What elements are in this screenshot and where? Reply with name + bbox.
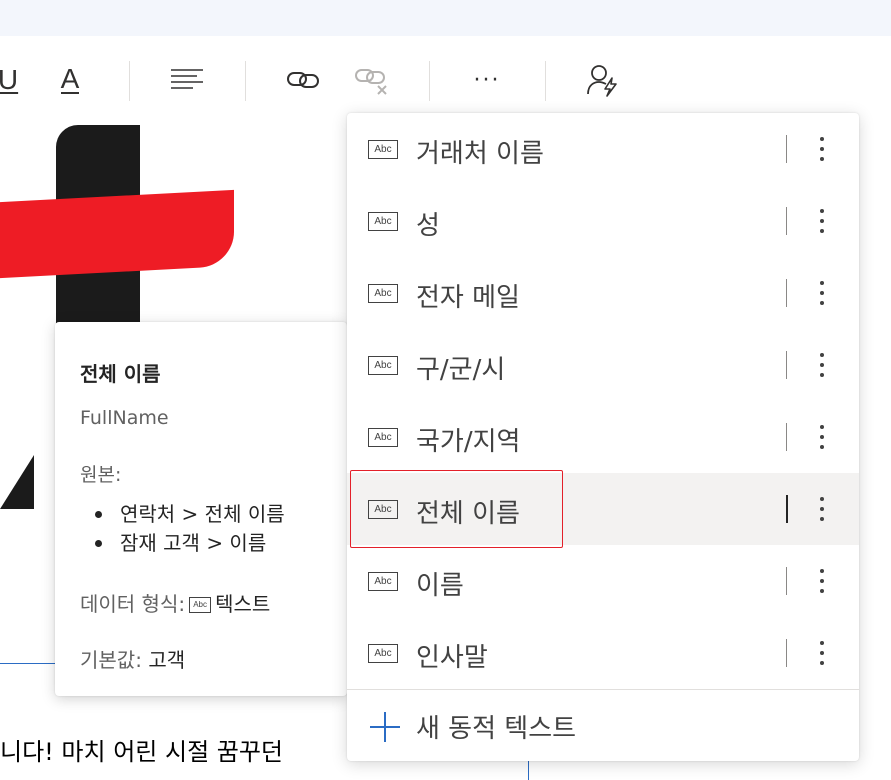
text-type-icon: Abc <box>368 428 398 447</box>
item-more-icon[interactable] <box>812 201 832 241</box>
align-button[interactable] <box>166 62 208 98</box>
tooltip-title: 전체 이름 <box>80 362 161 386</box>
text-type-icon: Abc <box>368 644 398 663</box>
item-divider <box>786 495 788 523</box>
text-type-icon: Abc <box>189 596 212 613</box>
item-more-icon[interactable] <box>812 489 832 529</box>
dropdown-item[interactable]: Abc 성 <box>347 185 859 257</box>
link-icon <box>287 72 319 88</box>
plus-icon <box>370 712 400 742</box>
email-body-text[interactable]: 니다! 마치 어린 시절 꿈꾸던 <box>0 732 283 767</box>
toolbar-separator <box>129 61 130 101</box>
dropdown-item[interactable]: Abc 이름 <box>347 545 859 617</box>
item-more-icon[interactable] <box>812 345 832 385</box>
dropdown-item-label: 전자 메일 <box>416 283 520 313</box>
new-dynamic-text-button[interactable]: 새 동적 텍스트 <box>347 690 859 760</box>
item-more-icon[interactable] <box>812 273 832 313</box>
dropdown-item-label: 이름 <box>416 571 464 601</box>
dropdown-item[interactable]: Abc 구/군/시 <box>347 329 859 401</box>
new-dynamic-text-label: 새 동적 텍스트 <box>416 714 577 744</box>
item-divider <box>786 639 787 667</box>
item-divider <box>786 423 787 451</box>
tooltip-default-row: 기본값: 고객 <box>80 648 186 672</box>
item-more-icon[interactable] <box>812 561 832 601</box>
logo-graphic-triangle <box>0 455 34 509</box>
align-left-icon <box>171 69 203 89</box>
text-type-icon: Abc <box>368 284 398 303</box>
text-type-icon: Abc <box>368 572 398 591</box>
item-more-icon[interactable] <box>812 417 832 457</box>
remove-link-button[interactable] <box>352 62 392 98</box>
tooltip-source-list: 연락처 > 전체 이름 잠재 고객 > 이름 <box>95 500 285 558</box>
field-info-tooltip: 전체 이름 FullName 원본: 연락처 > 전체 이름 잠재 고객 > 이… <box>55 322 347 696</box>
toolbar-separator <box>245 61 246 101</box>
tooltip-data-type-row: 데이터 형식: Abc 텍스트 <box>80 592 271 616</box>
dropdown-item-label: 거래처 이름 <box>416 139 544 169</box>
dropdown-item-label: 성 <box>416 211 440 241</box>
tooltip-source-item: 잠재 고객 > 이름 <box>95 529 285 558</box>
personalization-button[interactable] <box>582 62 624 98</box>
item-more-icon[interactable] <box>812 633 832 673</box>
text-type-icon: Abc <box>368 140 398 159</box>
tooltip-source-item: 연락처 > 전체 이름 <box>95 500 285 529</box>
dropdown-item-label: 국가/지역 <box>416 427 521 457</box>
person-lightning-icon <box>587 65 617 97</box>
dropdown-item-label: 구/군/시 <box>416 355 506 385</box>
dropdown-item-label: 인사말 <box>416 643 488 673</box>
item-divider <box>786 135 787 163</box>
dynamic-text-dropdown: Abc 거래처 이름 Abc 성 Abc 전자 메일 Abc 구/군/시 Abc… <box>347 113 859 761</box>
dropdown-item[interactable]: Abc 전자 메일 <box>347 257 859 329</box>
item-divider <box>786 567 787 595</box>
toolbar-separator <box>545 61 546 101</box>
toolbar-separator <box>429 61 430 101</box>
logo-graphic-red <box>0 189 234 279</box>
dropdown-item[interactable]: Abc 거래처 이름 <box>347 113 859 185</box>
selection-guide-line <box>0 663 62 664</box>
text-type-icon: Abc <box>368 212 398 231</box>
unlink-icon <box>355 69 387 95</box>
tooltip-field-name: FullName <box>80 407 169 429</box>
ribbon-header-band <box>0 0 891 37</box>
item-divider <box>786 279 787 307</box>
item-divider <box>786 207 787 235</box>
font-color-button[interactable]: A <box>56 62 84 98</box>
selection-highlight <box>350 470 563 548</box>
dropdown-item[interactable]: Abc 국가/지역 <box>347 401 859 473</box>
insert-link-button[interactable] <box>283 62 323 98</box>
text-type-icon: Abc <box>368 356 398 375</box>
item-more-icon[interactable] <box>812 129 832 169</box>
item-divider <box>786 351 787 379</box>
tooltip-source-label: 원본: <box>80 464 122 486</box>
underline-button[interactable]: U <box>0 62 18 98</box>
more-options-button[interactable]: ··· <box>466 62 508 98</box>
dropdown-item[interactable]: Abc 인사말 <box>347 617 859 689</box>
